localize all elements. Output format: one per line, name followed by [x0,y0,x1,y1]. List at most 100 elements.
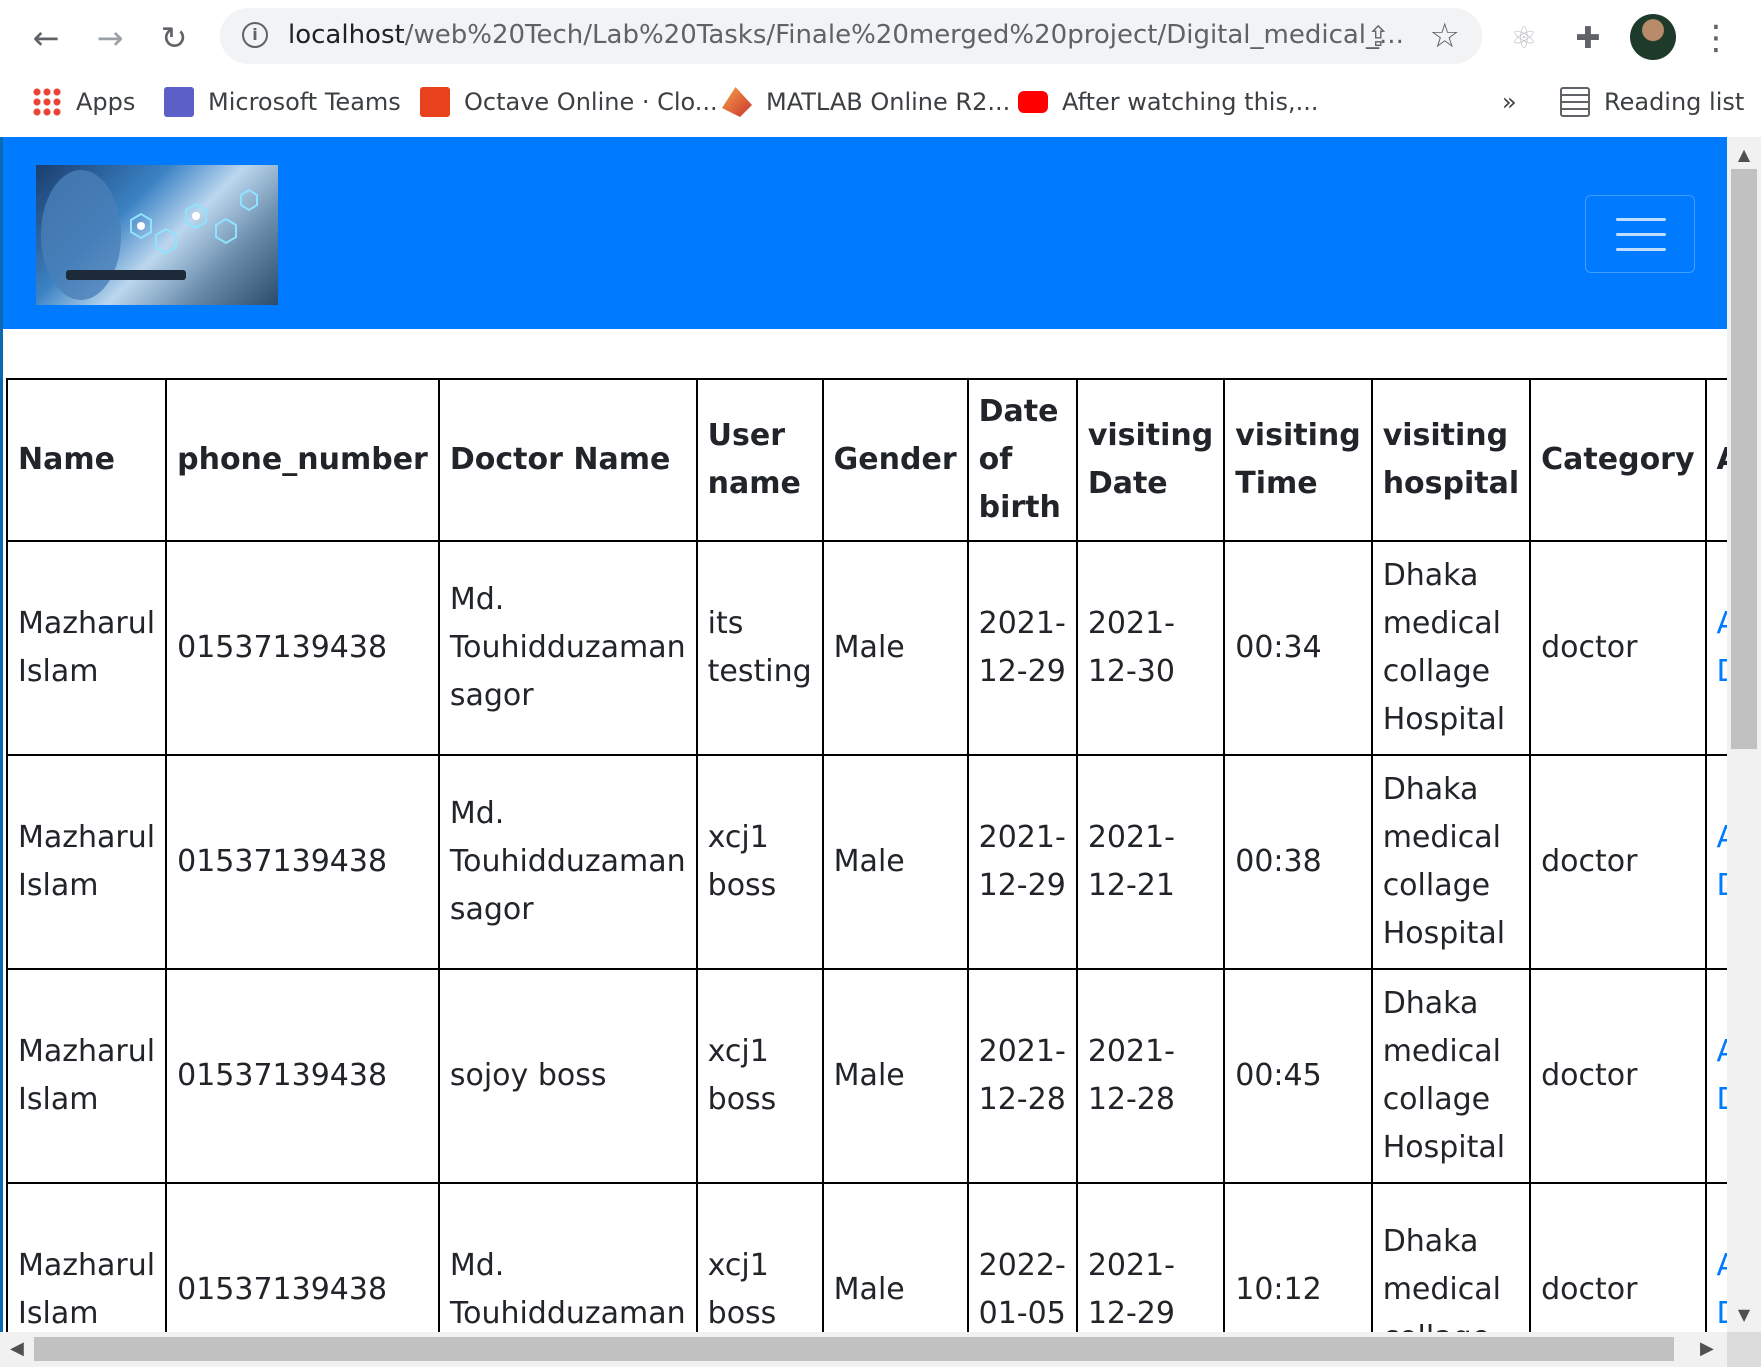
cell-gender: Male [821,968,969,1184]
reading-list-label: Reading list [1604,88,1745,116]
cell-gender: Male [821,1182,969,1332]
delete-link[interactable]: Delete [1717,648,1727,696]
menu-kebab-icon[interactable]: ⋮ [1694,16,1738,60]
bookmark-youtube[interactable]: After watching this,... [1018,84,1318,120]
delete-link[interactable]: Delete [1717,1290,1727,1332]
extension-react-icon[interactable]: ⚛ [1502,16,1546,60]
cell-name: Mazharul Islam [5,540,168,756]
more-bookmarks-label: » [1502,88,1517,116]
cell-gender: Male [821,540,969,756]
hamburger-line [1616,248,1666,251]
delete-link[interactable]: Delete [1717,862,1727,910]
forward-arrow-icon[interactable]: → [90,18,130,58]
scroll-right-arrow-icon[interactable]: ▶ [1700,1338,1714,1359]
matlab-icon [722,87,752,117]
bookmark-matlab-online[interactable]: MATLAB Online R2... [722,84,1010,120]
cell-approval: Accept Delete [1704,968,1727,1184]
url-text[interactable]: localhost/web%20Tech/Lab%20Tasks/Finale%… [288,20,1404,50]
profile-avatar[interactable] [1630,14,1676,60]
cell-approval: Accept Delete [1704,540,1727,756]
scroll-up-arrow-icon[interactable]: ▲ [1727,145,1761,164]
cell-visiting-time: 00:38 [1223,754,1373,970]
delete-link[interactable]: Delete [1717,1076,1727,1124]
accept-link[interactable]: Accept [1717,1028,1727,1076]
header-gender: Gender [821,378,969,542]
cell-visiting-date: 2021-12-29 [1075,1182,1226,1332]
cell-visiting-time: 00:45 [1223,968,1373,1184]
cell-approval: Accept Delete [1704,1182,1727,1332]
cell-name: Mazharul Islam [5,754,168,970]
cell-dob: 2021-12-29 [966,754,1078,970]
scroll-down-arrow-icon[interactable]: ▼ [1727,1305,1761,1324]
bookmark-octave-online[interactable]: Octave Online · Clo... [420,84,718,120]
header-visiting-time: visiting Time [1223,378,1373,542]
cell-username: xcj1 boss [695,968,824,1184]
cell-visiting-time: 10:12 [1223,1182,1373,1332]
accept-link[interactable]: Accept [1717,600,1727,648]
cell-visiting-date: 2021-12-30 [1075,540,1226,756]
cell-visiting-date: 2021-12-28 [1075,968,1226,1184]
cell-name: Mazharul Islam [5,1182,168,1332]
cell-category: doctor [1529,968,1707,1184]
scroll-left-arrow-icon[interactable]: ◀ [10,1338,24,1359]
bookmark-label: Octave Online · Clo... [464,88,718,116]
horizontal-scrollbar[interactable]: ◀ ▶ [0,1332,1727,1367]
reading-list-icon [1560,87,1590,117]
table-header-row: Name phone_number Doctor Name User name … [5,378,1727,542]
header-user-name: User name [695,378,824,542]
table-row: Mazharul Islam 01537139438 sojoy boss xc… [5,968,1727,1184]
reading-list-button[interactable]: Reading list [1560,84,1744,120]
share-icon[interactable]: ⇪ [1367,20,1390,53]
youtube-icon [1018,91,1048,113]
vertical-scrollbar[interactable]: ▲ ▼ [1727,137,1761,1332]
bookmark-label: Microsoft Teams [208,88,401,116]
octave-icon [420,87,450,117]
bookmark-label: Apps [76,88,136,116]
cell-approval: Accept Delete [1704,754,1727,970]
medical-illustration [41,170,258,300]
header-date-of-birth: Date of birth [966,378,1078,542]
header-visiting-date: visiting Date [1075,378,1226,542]
hamburger-line [1616,233,1666,236]
cell-doctor: Md. Touhidduzaman sagor [437,540,698,756]
bookmark-star-icon[interactable]: ☆ [1430,16,1460,56]
scrollbar-corner [1727,1332,1761,1367]
cell-visiting-time: 00:34 [1223,540,1373,756]
horizontal-scroll-thumb[interactable] [34,1337,1674,1361]
address-bar[interactable]: i localhost/web%20Tech/Lab%20Tasks/Final… [220,8,1482,64]
cell-category: doctor [1529,754,1707,970]
table-row: Mazharul Islam 01537139438 Md. Touhidduz… [5,754,1727,970]
cell-doctor: Md. Touhidduzaman [437,1182,698,1332]
vertical-scroll-thumb[interactable] [1731,169,1757,749]
cell-username: xcj1 boss [695,754,824,970]
navbar-toggler-hamburger-icon[interactable] [1585,195,1695,273]
reload-icon[interactable]: ↻ [154,18,194,58]
table-row: Mazharul Islam 01537139438 Md. Touhidduz… [5,1182,1727,1332]
accept-link[interactable]: Accept [1717,814,1727,862]
cell-phone: 01537139438 [165,968,440,1184]
table-row: Mazharul Islam 01537139438 Md. Touhidduz… [5,540,1727,756]
cell-hospital: Dhaka medical collage Hospital [1370,968,1532,1184]
medical-logo-image[interactable] [36,165,278,305]
cell-category: doctor [1529,1182,1707,1332]
cell-category: doctor [1529,540,1707,756]
back-arrow-icon[interactable]: ← [26,18,66,58]
cell-dob: 2022-01-05 [966,1182,1078,1332]
header-visiting-hospital: visiting hospital [1370,378,1532,542]
extensions-puzzle-icon[interactable]: ✚ [1566,16,1610,60]
appointments-table: Name phone_number Doctor Name User name … [5,378,1727,1332]
bookmark-apps[interactable]: Apps [32,84,135,120]
bookmark-microsoft-teams[interactable]: Microsoft Teams [164,84,401,120]
header-category: Category [1529,378,1707,542]
accept-link[interactable]: Accept [1717,1242,1727,1290]
hamburger-line [1616,218,1666,221]
cell-visiting-date: 2021-12-21 [1075,754,1226,970]
cell-phone: 01537139438 [165,540,440,756]
site-info-icon[interactable]: i [242,22,268,48]
bookmark-label: MATLAB Online R2... [766,88,1011,116]
top-navbar [3,137,1727,329]
more-bookmarks-button[interactable]: » [1502,84,1517,120]
teams-icon [164,87,194,117]
cell-phone: 01537139438 [165,754,440,970]
bookmarks-bar: Apps Microsoft Teams Octave Online · Clo… [0,78,1761,126]
